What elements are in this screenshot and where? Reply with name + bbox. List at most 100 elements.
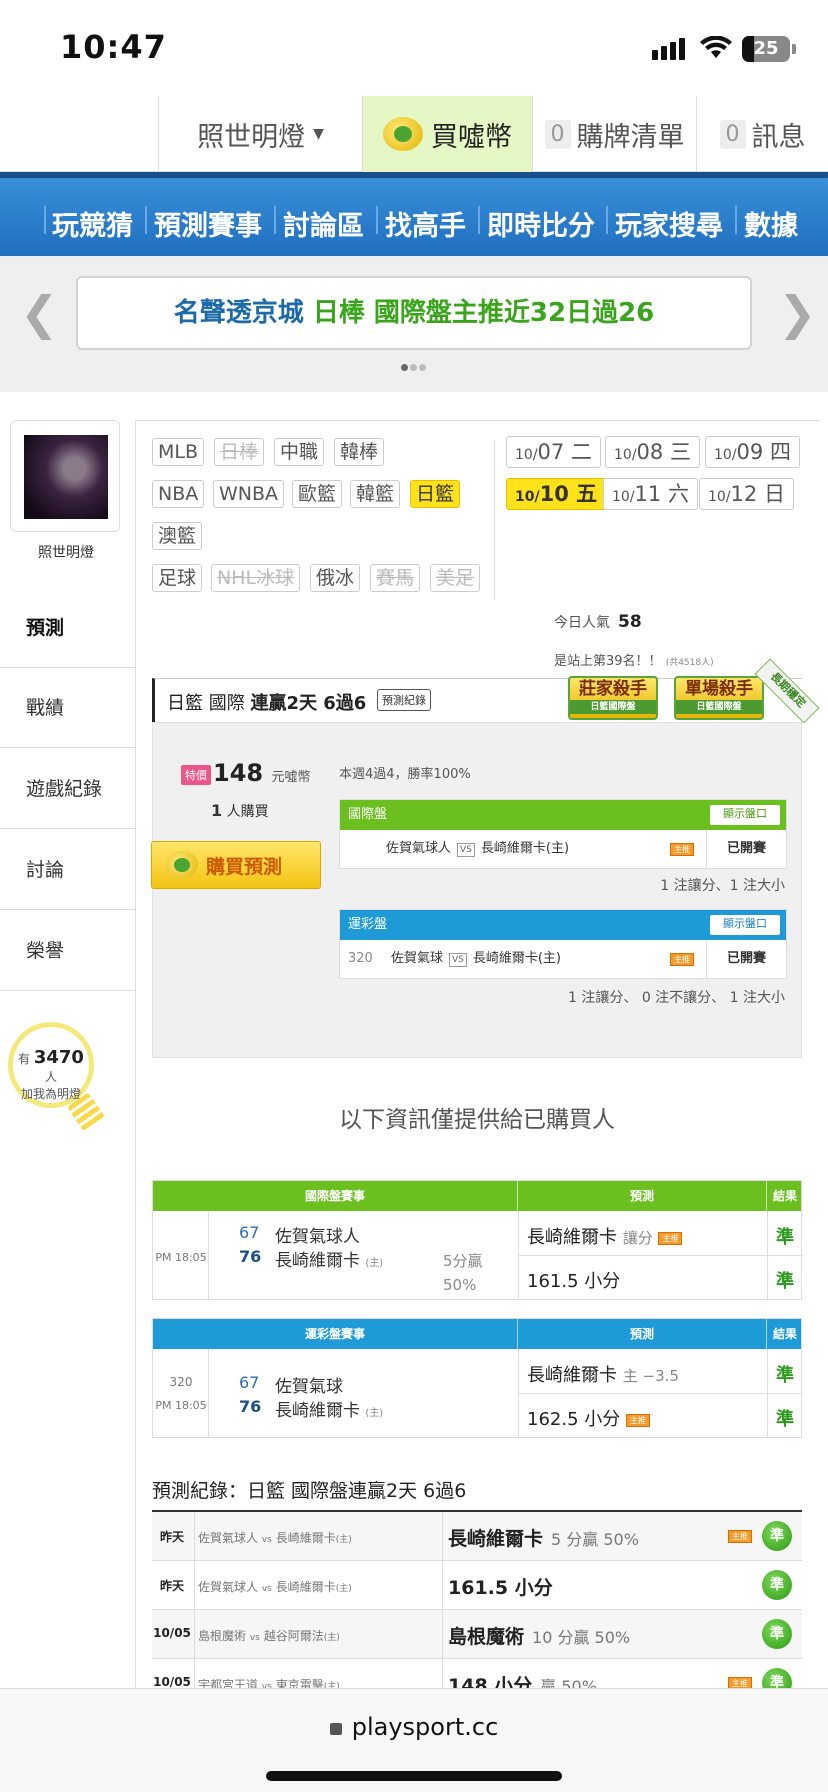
chevron-right-icon[interactable]: ❯ <box>778 286 817 340</box>
game-note: 5分贏 50% <box>443 1252 483 1294</box>
date-1008[interactable]: 10/08 三 <box>605 436 700 468</box>
intl-result-table: 國際盤賽事 預測 結果 PM 18:05 67 佐賀氣球人 76 長崎維爾卡 (… <box>152 1180 803 1300</box>
history-date: 10/05 <box>153 1675 191 1689</box>
banner-text-1: 名聲透京城 <box>173 298 304 328</box>
prediction-record-button[interactable]: 預測紀錄 <box>377 689 431 711</box>
league-korea-basketball[interactable]: 韓籃 <box>350 480 401 508</box>
date-1007[interactable]: 10/07 二 <box>506 436 601 468</box>
league-cpbl[interactable]: 中職 <box>274 438 325 466</box>
followers-count-line: 有 3470 人 <box>13 1047 89 1085</box>
nav-divider <box>735 206 737 234</box>
popularity-value: 58 <box>618 612 642 632</box>
league-kbo[interactable]: 韓棒 <box>334 438 385 466</box>
wifi-icon <box>700 35 732 64</box>
history-list: 昨天 佐賀氣球人 vs 長崎維爾卡(主) 長崎維爾卡 5 分贏 50% 主推 準 … <box>152 1510 802 1708</box>
product-panel: 特價 148 元噓幣 1 人購買 購買預測 本週4過4，勝率100% 國際盤 顯… <box>151 722 802 1058</box>
team-away: 佐賀氣球人 <box>275 1227 360 1247</box>
team-home: 長崎維爾卡 (主) <box>275 1401 384 1421</box>
user-menu[interactable]: 照世明燈 ▼ <box>158 96 362 172</box>
dealer-killer-badge: 莊家殺手 日籃國際盤 <box>568 676 658 720</box>
side-tab-predict[interactable]: 預測 <box>0 588 136 668</box>
banner-text-2: 日棒 <box>312 298 365 328</box>
league-euro-basketball[interactable]: 歐籃 <box>292 480 343 508</box>
game-time: PM 18:05 <box>155 1251 207 1264</box>
intl-market-row: 佐賀氣球人 VS 長崎維爾卡(主) 主推 已開賽 <box>340 830 786 868</box>
buy-prediction-button[interactable]: 購買預測 <box>151 841 321 889</box>
history-row[interactable]: 昨天 佐賀氣球人 vs 長崎維爾卡(主) 長崎維爾卡 5 分贏 50% 主推 準 <box>152 1512 802 1561</box>
league-khl[interactable]: 俄冰 <box>310 564 361 592</box>
history-row[interactable]: 昨天 佐賀氣球人 vs 長崎維爾卡(主) 161.5 小分 準 <box>152 1561 802 1610</box>
price-value: 148 <box>213 759 264 787</box>
cart-label: 購牌清單 <box>576 121 685 153</box>
week-record: 本週4過4，勝率100% <box>339 767 471 782</box>
date-1011[interactable]: 10/11 六 <box>603 478 698 510</box>
date-1009[interactable]: 10/09 四 <box>705 436 800 468</box>
battery-level: 25 <box>753 38 779 59</box>
banner-link[interactable]: 名聲透京城 日棒 國際盤主推近32日過26 <box>76 276 752 350</box>
buyers-only-notice: 以下資訊僅提供給已購買人 <box>339 1107 615 1133</box>
lottery-result-table: 運彩盤賽事 預測 結果 320 PM 18:05 67 佐賀氣球 76 長崎維爾… <box>152 1318 803 1438</box>
league-australia-basketball[interactable]: 澳籃 <box>152 522 203 550</box>
history-match: 島根魔術 vs 越谷阿爾法(主) <box>198 1629 340 1643</box>
cart-link[interactable]: 0 購牌清單 <box>532 96 696 172</box>
coin-icon <box>166 851 198 879</box>
nav-data[interactable]: 數據 <box>744 204 798 243</box>
lottery-market-header: 運彩盤 顯示盤口 <box>340 910 786 940</box>
score-home: 76 <box>239 1247 262 1266</box>
nav-guess[interactable]: 玩競猜 <box>52 204 133 243</box>
league-nba[interactable]: NBA <box>152 480 205 508</box>
league-nhl: NHL冰球 <box>211 564 301 592</box>
side-tab-honor[interactable]: 榮譽 <box>0 911 136 991</box>
nav-player-search[interactable]: 玩家搜尋 <box>615 204 723 243</box>
followers-count: 3470 <box>33 1047 84 1068</box>
promo-banner: ❮ 名聲透京城 日棒 國際盤主推近32日過26 ❯ <box>0 256 828 392</box>
nav-livescore[interactable]: 即時比分 <box>487 204 595 243</box>
league-wnba[interactable]: WNBA <box>213 480 285 508</box>
buyers-count: 1 <box>211 801 223 820</box>
nav-divider <box>44 206 46 234</box>
url-display[interactable]: playsport.cc <box>0 1713 828 1741</box>
lottery-summary: 1 注讓分、 0 注不讓分、 1 注大小 <box>568 990 785 1006</box>
show-odds-button[interactable]: 顯示盤口 <box>710 805 780 825</box>
col-result: 結果 <box>772 1189 797 1203</box>
record-type: 國際 <box>208 693 245 714</box>
message-label: 訊息 <box>751 121 806 153</box>
date-1010[interactable]: 10/10 五 <box>506 478 607 510</box>
follow-bulb-button[interactable]: 有 3470 人 加我為明燈 <box>8 1022 106 1132</box>
league-soccer[interactable]: 足球 <box>152 564 203 592</box>
buy-coin-button[interactable]: 買噓幣 <box>362 96 532 172</box>
hot-pick-icon: 主推 <box>626 1413 650 1427</box>
result-1: 準 <box>776 1365 794 1386</box>
coin-icon <box>383 117 423 151</box>
score-away: 67 <box>239 1223 260 1242</box>
nav-predict[interactable]: 預測賽事 <box>154 204 262 243</box>
avatar[interactable] <box>10 420 120 532</box>
chevron-left-icon[interactable]: ❮ <box>20 286 59 340</box>
buy-coin-label: 買噓幣 <box>431 121 512 153</box>
url-text: playsport.cc <box>351 1713 499 1741</box>
league-japan-basketball[interactable]: 日籃 <box>410 480 461 508</box>
rank-text: 是站上第39名！！ <box>554 654 662 669</box>
side-tab-game-log[interactable]: 遊戲紀錄 <box>0 749 136 829</box>
lock-icon <box>329 1723 342 1735</box>
side-tab-discussion[interactable]: 討論 <box>0 830 136 910</box>
show-odds-button[interactable]: 顯示盤口 <box>710 915 780 935</box>
league-mlb[interactable]: MLB <box>152 438 205 466</box>
league-horse-racing: 賽馬 <box>370 564 421 592</box>
prediction-2: 161.5 小分 <box>527 1271 621 1292</box>
history-row[interactable]: 10/05 島根魔術 vs 越谷阿爾法(主) 島根魔術 10 分贏 50% 準 <box>152 1610 802 1659</box>
followers-suffix: 人 <box>44 1070 57 1084</box>
message-link[interactable]: 0 訊息 <box>696 96 828 172</box>
buyers-label: 人購買 <box>226 804 269 820</box>
side-tab-record[interactable]: 戰績 <box>0 668 136 748</box>
lottery-away-team: 長崎維爾卡(主) <box>472 951 562 966</box>
nav-experts[interactable]: 找高手 <box>385 204 466 243</box>
date-1012[interactable]: 10/12 日 <box>699 478 794 510</box>
record-streak: 連贏2天 6過6 <box>250 693 367 714</box>
team-away: 佐賀氣球 <box>275 1377 343 1397</box>
rank-total: (共4518人) <box>665 658 714 668</box>
nav-forum[interactable]: 討論區 <box>283 204 364 243</box>
main-nav: 玩競猜 預測賽事 討論區 找高手 即時比分 玩家搜尋 數據 <box>0 172 828 256</box>
browser-address-bar[interactable]: playsport.cc <box>0 1688 828 1792</box>
badge2-sub: 日籃國際盤 <box>676 700 762 714</box>
